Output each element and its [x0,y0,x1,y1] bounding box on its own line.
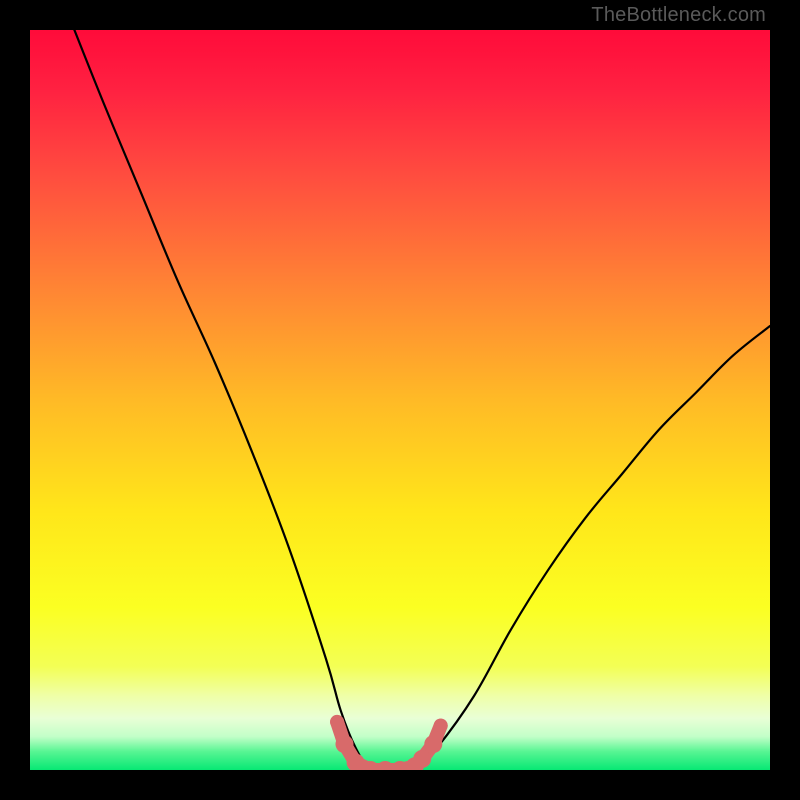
bottleneck-curve [74,30,770,770]
trough-marker [330,715,344,729]
watermark-text: TheBottleneck.com [591,4,766,27]
trough-marker [434,719,448,733]
curve-layer [30,30,770,770]
chart-frame: TheBottleneck.com [0,0,800,800]
trough-marker [336,735,354,753]
plot-area [30,30,770,770]
trough-marker [413,750,431,768]
trough-marker [424,735,442,753]
trough-markers [330,715,448,770]
